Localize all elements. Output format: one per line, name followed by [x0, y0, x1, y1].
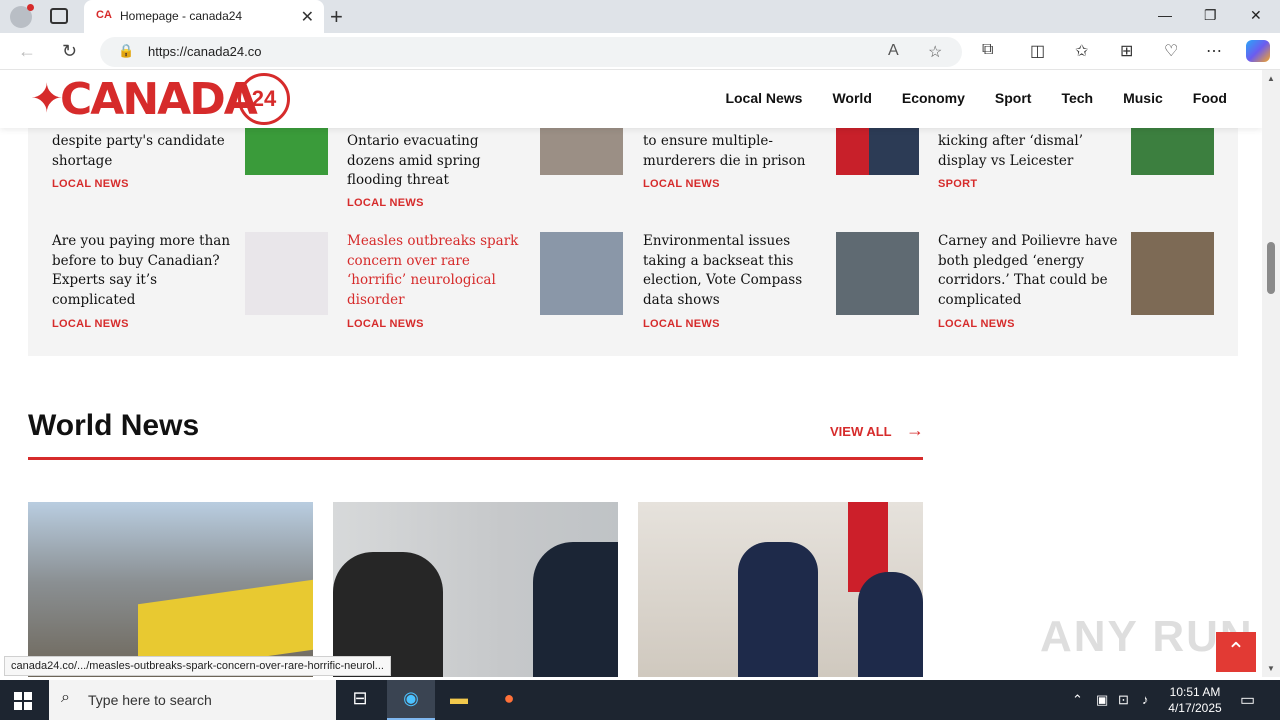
- arrow-right-icon[interactable]: →: [906, 420, 924, 441]
- card-category[interactable]: LOCAL NEWS: [643, 318, 720, 330]
- nav-sport[interactable]: Sport: [995, 90, 1032, 106]
- card-headline[interactable]: Ontario evacuating dozens amid spring fl…: [347, 132, 529, 191]
- view-all-link[interactable]: VIEW ALL: [830, 424, 892, 439]
- edge-browser-icon[interactable]: ◉: [399, 688, 423, 712]
- close-tab-icon[interactable]: ✕: [301, 7, 314, 27]
- read-aloud-icon[interactable]: A: [888, 42, 899, 60]
- search-icon: ⌕: [61, 689, 70, 706]
- link-status-tooltip: canada24.co/.../measles-outbreaks-spark-…: [4, 656, 391, 676]
- device-icon[interactable]: ▣: [1096, 692, 1108, 708]
- card-category[interactable]: LOCAL NEWS: [52, 178, 129, 190]
- file-explorer-icon[interactable]: ▬: [447, 688, 471, 712]
- performance-icon[interactable]: ♡: [1164, 41, 1178, 61]
- nav-economy[interactable]: Economy: [902, 90, 965, 106]
- lock-icon[interactable]: 🔒: [118, 43, 134, 59]
- card-category[interactable]: LOCAL NEWS: [347, 318, 424, 330]
- url-text[interactable]: https://canada24.co: [148, 44, 261, 59]
- address-bar-row: ← ↻ 🔒 https://canada24.co A ☆ ⧉ ◫ ✩ ⊞ ♡ …: [0, 33, 1280, 70]
- network-icon[interactable]: ⊡: [1118, 692, 1129, 708]
- copilot-icon[interactable]: [1246, 40, 1270, 62]
- nav-world[interactable]: World: [832, 90, 871, 106]
- card-thumbnail[interactable]: [836, 232, 919, 315]
- extensions-icon[interactable]: ⧉: [982, 41, 993, 59]
- maple-leaf-icon: ✦: [30, 77, 64, 121]
- site-logo[interactable]: ✦ CANADA 24: [30, 73, 290, 125]
- card-headline[interactable]: kicking after ‘dismal’ display vs Leices…: [938, 132, 1120, 171]
- person-shape: [858, 572, 923, 677]
- page-viewport: ✦ CANADA 24 Local News World Economy Spo…: [0, 70, 1262, 677]
- scrollbar-thumb[interactable]: [1267, 242, 1275, 294]
- card-category[interactable]: SPORT: [938, 178, 977, 190]
- card-category[interactable]: LOCAL NEWS: [643, 178, 720, 190]
- taskbar-search-box[interactable]: ⌕ Type here to search: [49, 680, 336, 720]
- close-window-icon[interactable]: ✕: [1250, 7, 1262, 24]
- nav-food[interactable]: Food: [1193, 90, 1227, 106]
- nav-local-news[interactable]: Local News: [725, 90, 802, 106]
- volume-icon[interactable]: ♪: [1142, 692, 1149, 707]
- person-shape: [533, 542, 618, 677]
- more-menu-icon[interactable]: ⋯: [1206, 41, 1222, 61]
- tab-actions-icon[interactable]: [50, 8, 68, 24]
- browser-tab-bar: CA Homepage - canada24 ✕ + — ❐ ✕: [0, 0, 1280, 33]
- card-category[interactable]: LOCAL NEWS: [347, 197, 424, 209]
- site-header: ✦ CANADA 24 Local News World Economy Spo…: [0, 70, 1262, 128]
- collections-icon[interactable]: ⊞: [1120, 41, 1133, 61]
- taskbar: ⌕ Type here to search ⊟ ◉ ▬ ● ⌃ ▣ ⊡ ♪ 10…: [0, 680, 1280, 720]
- scroll-down-icon[interactable]: ▼: [1267, 664, 1275, 673]
- split-screen-icon[interactable]: ◫: [1030, 41, 1045, 61]
- search-placeholder: Type here to search: [88, 692, 212, 708]
- clock-time: 10:51 AM: [1169, 685, 1221, 699]
- firefox-icon[interactable]: ●: [497, 688, 521, 712]
- profile-avatar-icon[interactable]: [10, 4, 34, 28]
- main-nav: Local News World Economy Sport Tech Musi…: [725, 90, 1227, 106]
- card-headline[interactable]: despite party's candidate shortage: [52, 132, 234, 171]
- tab-title: Homepage - canada24: [120, 9, 243, 23]
- scroll-up-icon[interactable]: ▲: [1267, 74, 1275, 83]
- minimize-icon[interactable]: —: [1158, 7, 1172, 23]
- clock-date: 4/17/2025: [1168, 701, 1222, 715]
- logo-number: 24: [238, 73, 290, 125]
- card-headline[interactable]: Are you paying more than before to buy C…: [52, 232, 234, 310]
- card-headline[interactable]: Environmental issues taking a backseat t…: [643, 232, 825, 310]
- restore-icon[interactable]: ❐: [1204, 7, 1217, 24]
- card-category[interactable]: LOCAL NEWS: [938, 318, 1015, 330]
- world-story-image[interactable]: [333, 502, 618, 677]
- nav-tech[interactable]: Tech: [1061, 90, 1093, 106]
- browser-tab[interactable]: CA Homepage - canada24 ✕: [84, 0, 324, 33]
- favicon-icon: CA: [96, 9, 112, 21]
- person-shape: [738, 542, 818, 677]
- back-to-top-button[interactable]: ⌃: [1216, 632, 1256, 672]
- task-view-icon[interactable]: ⊟: [348, 688, 372, 712]
- world-news-heading: World News: [28, 409, 200, 442]
- section-divider: [28, 457, 923, 460]
- card-headline[interactable]: to ensure multiple-murderers die in pris…: [643, 132, 825, 171]
- card-thumbnail[interactable]: [1131, 232, 1214, 315]
- logo-wordmark: CANADA: [60, 74, 258, 125]
- taskbar-clock[interactable]: 10:51 AM 4/17/2025: [1164, 684, 1226, 716]
- new-tab-icon[interactable]: +: [330, 4, 343, 30]
- chevron-up-icon[interactable]: ⌃: [1072, 692, 1083, 708]
- card-headline[interactable]: Carney and Poilievre have both pledged ‘…: [938, 232, 1120, 310]
- favorites-icon[interactable]: ✩: [1075, 41, 1088, 61]
- card-category[interactable]: LOCAL NEWS: [52, 318, 129, 330]
- url-field[interactable]: 🔒 https://canada24.co A ☆: [100, 37, 962, 67]
- world-story-image[interactable]: [638, 502, 923, 677]
- favorite-star-icon[interactable]: ☆: [928, 42, 942, 62]
- back-icon[interactable]: ←: [18, 41, 36, 62]
- card-thumbnail[interactable]: [540, 232, 623, 315]
- card-thumbnail[interactable]: [245, 232, 328, 315]
- page-scrollbar[interactable]: ▲ ▼: [1262, 70, 1280, 677]
- nav-music[interactable]: Music: [1123, 90, 1163, 106]
- refresh-icon[interactable]: ↻: [62, 41, 77, 62]
- windows-start-icon[interactable]: [14, 692, 32, 710]
- world-story-image[interactable]: [28, 502, 313, 677]
- card-headline[interactable]: Measles outbreaks spark concern over rar…: [347, 232, 529, 310]
- notifications-icon[interactable]: ▭: [1240, 690, 1255, 710]
